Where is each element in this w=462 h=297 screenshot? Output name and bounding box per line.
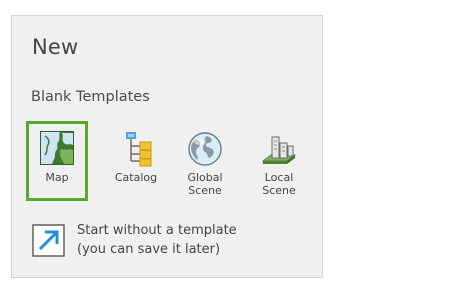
catalog-icon [105, 131, 167, 167]
template-catalog[interactable]: Catalog [105, 121, 167, 201]
new-project-panel: New Blank Templates Map Catalog Global S… [11, 15, 323, 278]
panel-title: New [32, 35, 79, 59]
template-global-scene-label: Global Scene [187, 171, 223, 197]
template-local-scene[interactable]: Local Scene [248, 121, 310, 201]
globe-icon [174, 131, 236, 167]
template-global-scene[interactable]: Global Scene [174, 121, 236, 201]
local-scene-icon [248, 131, 310, 167]
start-without-template-link[interactable]: Start without a template (you can save i… [32, 219, 292, 263]
template-local-scene-label: Local Scene [262, 171, 296, 197]
arrow-out-icon [32, 224, 65, 257]
blank-templates-heading: Blank Templates [31, 89, 150, 105]
start-without-template-text: Start without a template (you can save i… [77, 223, 237, 257]
template-map[interactable]: Map [26, 121, 88, 201]
template-map-label: Map [45, 171, 69, 184]
map-icon [29, 131, 85, 167]
template-catalog-label: Catalog [114, 171, 158, 184]
